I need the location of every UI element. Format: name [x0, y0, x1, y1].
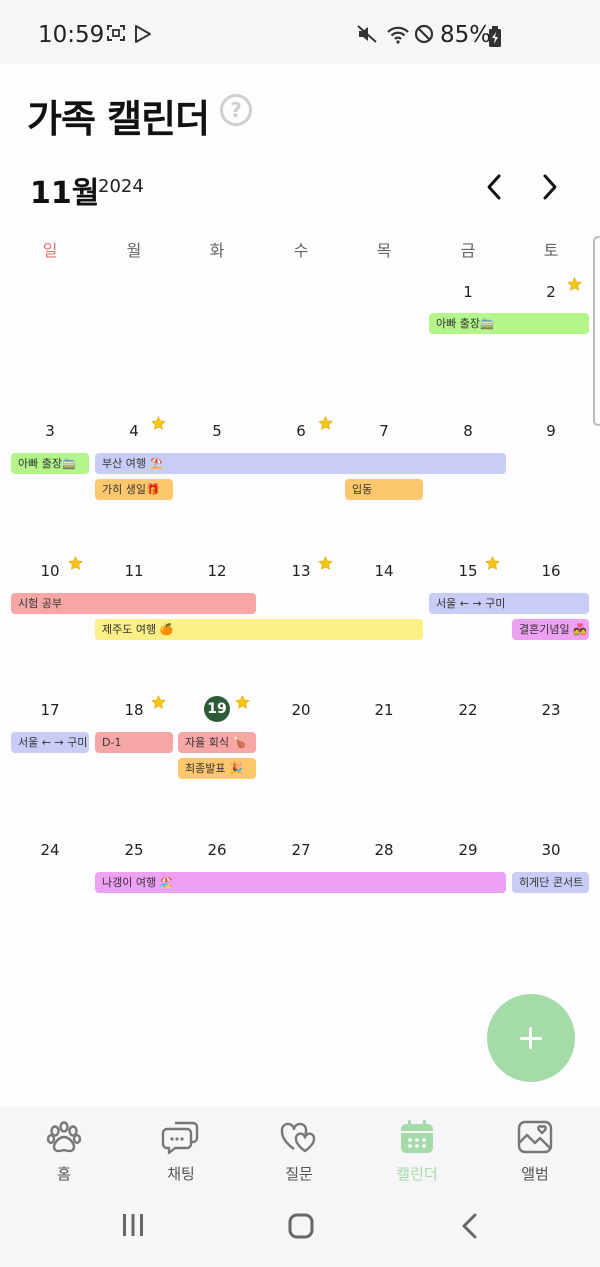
event-bar[interactable]: 시험 공부 [11, 593, 256, 614]
day-cell[interactable]: 20 [259, 701, 343, 719]
event-bar[interactable]: 입동 [345, 479, 423, 500]
day-cell[interactable]: 30 [509, 841, 593, 859]
calendar-year: 2024 [98, 176, 144, 197]
recents-icon[interactable] [120, 1212, 146, 1238]
day-cell[interactable]: 3 [8, 422, 92, 440]
day-cell[interactable]: 23 [509, 701, 593, 719]
play-store-icon [135, 25, 151, 43]
event-bar[interactable]: 자율 회식 🍗 [178, 732, 256, 753]
day-cell[interactable]: 26 [175, 841, 259, 859]
today-day-cell[interactable]: 19 [204, 696, 230, 722]
status-bar: 10:59 85% [0, 0, 600, 64]
day-cell[interactable]: 9 [509, 422, 593, 440]
event-bar[interactable]: 결혼기념일 💑 [512, 619, 589, 640]
system-navigation-bar [0, 1162, 600, 1267]
page-title: 가족 캘린더 [27, 97, 210, 141]
day-cell[interactable]: 16 [509, 562, 593, 580]
scroll-handle[interactable] [593, 236, 600, 426]
chat-icon [161, 1121, 199, 1155]
day-cell[interactable]: 29 [426, 841, 510, 859]
star-icon [235, 695, 250, 709]
event-bar[interactable]: 나갱이 여행 🏖️ [95, 872, 506, 893]
weekday-sat: 토 [543, 241, 559, 260]
calendar-month: 11월 [30, 176, 100, 211]
event-bar[interactable]: 최종발표 🎉 [178, 758, 256, 779]
star-icon [318, 416, 333, 430]
calendar-icon [401, 1120, 433, 1153]
hearts-icon [280, 1122, 316, 1153]
day-cell[interactable]: 24 [8, 841, 92, 859]
album-icon [517, 1120, 553, 1154]
add-event-button[interactable] [487, 994, 575, 1082]
event-bar[interactable]: 서울 ← → 구미 [429, 593, 589, 614]
wifi-icon [387, 26, 409, 44]
help-circle-icon[interactable]: ? [220, 94, 252, 126]
day-cell[interactable]: 5 [175, 422, 259, 440]
day-cell[interactable]: 8 [426, 422, 510, 440]
star-icon [151, 416, 166, 430]
screenshot-icon [107, 25, 125, 41]
day-cell[interactable]: 11 [92, 562, 176, 580]
weekday-mon: 월 [126, 241, 142, 260]
do-not-disturb-icon [414, 24, 434, 44]
paw-icon [46, 1121, 82, 1153]
event-bar[interactable]: 히게단 콘서트 [512, 872, 589, 893]
star-icon [318, 556, 333, 570]
battery-charging-icon [489, 26, 501, 47]
weekday-fri: 금 [460, 241, 476, 260]
weekday-tue: 화 [209, 241, 225, 260]
prev-month-button[interactable] [480, 172, 510, 202]
day-cell[interactable]: 1 [426, 283, 510, 301]
app-content: 가족 캘린더 ? 11월 2024 일 월 화 수 목 금 토 1 2 3 4 … [0, 64, 600, 1267]
event-bar[interactable]: 부산 여행 ⛱️ [95, 453, 506, 474]
day-cell[interactable]: 25 [92, 841, 176, 859]
day-cell[interactable]: 12 [175, 562, 259, 580]
day-cell[interactable]: 22 [426, 701, 510, 719]
status-time: 10:59 [38, 22, 105, 48]
day-cell[interactable]: 27 [259, 841, 343, 859]
day-cell[interactable]: 14 [342, 562, 426, 580]
day-cell[interactable]: 17 [8, 701, 92, 719]
event-bar[interactable]: 가히 생일🎁 [95, 479, 173, 500]
event-bar[interactable]: 제주도 여행 🍊 [95, 619, 423, 640]
weekday-wed: 수 [293, 241, 309, 260]
day-cell[interactable]: 28 [342, 841, 426, 859]
event-bar[interactable]: 서울 ← → 구미 [11, 732, 89, 753]
event-bar[interactable]: D-1 [95, 732, 173, 753]
event-bar[interactable]: 아빠 출장🚞 [429, 313, 589, 334]
weekday-sun: 일 [42, 241, 58, 260]
weekday-thu: 목 [376, 241, 392, 260]
battery-percent: 85% [440, 22, 492, 48]
back-icon[interactable] [458, 1212, 482, 1240]
day-cell[interactable]: 7 [342, 422, 426, 440]
home-icon[interactable] [287, 1212, 315, 1240]
mute-icon [357, 25, 377, 43]
day-cell[interactable]: 21 [342, 701, 426, 719]
star-icon [485, 556, 500, 570]
star-icon [151, 695, 166, 709]
star-icon [68, 556, 83, 570]
next-month-button[interactable] [534, 172, 564, 202]
star-icon [567, 277, 582, 291]
event-bar[interactable]: 아빠 출장🚞 [11, 453, 89, 474]
